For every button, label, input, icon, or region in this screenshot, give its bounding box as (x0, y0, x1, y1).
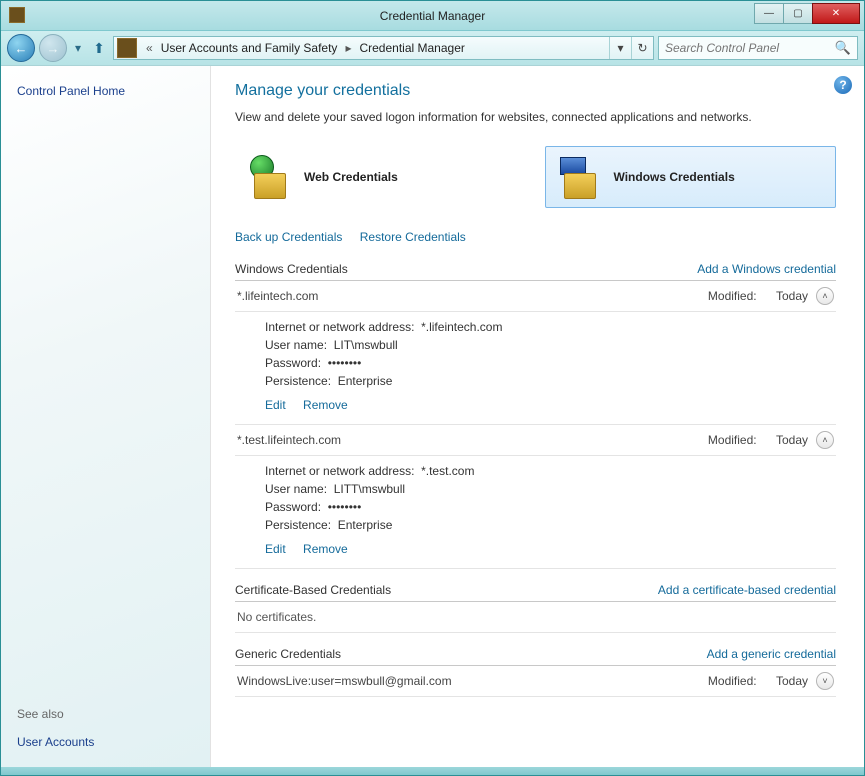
see-also-label: See also (17, 687, 194, 721)
app-icon (9, 7, 25, 23)
web-credentials-vault[interactable]: Web Credentials (235, 146, 527, 208)
search-input[interactable] (665, 41, 835, 55)
back-button[interactable]: ← (7, 34, 35, 62)
credential-row[interactable]: WindowsLive:user=mswbull@gmail.com Modif… (235, 666, 836, 697)
breadcrumb-parent[interactable]: User Accounts and Family Safety (159, 41, 340, 55)
no-certificates-message: No certificates. (235, 602, 836, 633)
credential-row[interactable]: *.lifeintech.com Modified: Today ˄ (235, 281, 836, 312)
collapse-icon[interactable]: ˄ (816, 431, 834, 449)
generic-credentials-header: Generic Credentials Add a generic creden… (235, 647, 836, 666)
window-title: Credential Manager (380, 9, 485, 23)
breadcrumb-chevrons: « (140, 41, 159, 55)
remove-credential-link[interactable]: Remove (303, 398, 348, 412)
address-right-controls: ▾ ↻ (609, 37, 653, 59)
address-dropdown[interactable]: ▾ (609, 37, 631, 59)
maximize-button[interactable]: ▢ (783, 3, 813, 24)
vault-selector: Web Credentials Windows Credentials (235, 146, 836, 208)
windows-credentials-header: Windows Credentials Add a Windows creden… (235, 262, 836, 281)
section-title: Generic Credentials (235, 647, 341, 661)
back-arrow-icon: ← (15, 41, 28, 56)
status-bar (1, 767, 864, 775)
credential-modified: Modified: Today ˅ (708, 672, 834, 690)
page-heading: Manage your credentials (235, 82, 836, 100)
refresh-button[interactable]: ↻ (631, 37, 653, 59)
credential-modified: Modified: Today ˄ (708, 287, 834, 305)
backup-restore-row: Back up Credentials Restore Credentials (235, 230, 836, 244)
credential-manager-window: Credential Manager — ▢ ✕ ← → ▾ ⬆ « User … (0, 0, 865, 776)
section-title: Windows Credentials (235, 262, 348, 276)
windows-vault-icon (558, 155, 602, 199)
page-subtitle: View and delete your saved logon informa… (235, 110, 836, 124)
certificate-credentials-header: Certificate-Based Credentials Add a cert… (235, 583, 836, 602)
up-button[interactable]: ⬆ (89, 38, 109, 58)
search-box[interactable]: 🔍 (658, 36, 858, 60)
control-panel-home-link[interactable]: Control Panel Home (17, 84, 194, 98)
credential-name: *.lifeintech.com (237, 289, 318, 303)
add-generic-credential-link[interactable]: Add a generic credential (707, 647, 836, 661)
help-icon[interactable]: ? (834, 76, 852, 94)
credential-row[interactable]: *.test.lifeintech.com Modified: Today ˄ (235, 425, 836, 456)
navigation-toolbar: ← → ▾ ⬆ « User Accounts and Family Safet… (1, 31, 864, 65)
restore-credentials-link[interactable]: Restore Credentials (360, 230, 466, 244)
minimize-button[interactable]: — (754, 3, 784, 24)
breadcrumb-current[interactable]: Credential Manager (357, 41, 466, 55)
main-panel: ? Manage your credentials View and delet… (211, 66, 864, 767)
window-controls: — ▢ ✕ (754, 3, 860, 24)
address-bar[interactable]: « User Accounts and Family Safety ▸ Cred… (113, 36, 654, 60)
credential-details: Internet or network address: *.lifeintec… (235, 312, 836, 425)
add-windows-credential-link[interactable]: Add a Windows credential (697, 262, 836, 276)
remove-credential-link[interactable]: Remove (303, 542, 348, 556)
collapse-icon[interactable]: ˄ (816, 287, 834, 305)
location-icon (117, 38, 137, 58)
backup-credentials-link[interactable]: Back up Credentials (235, 230, 342, 244)
content-area: Control Panel Home See also User Account… (1, 65, 864, 767)
windows-credentials-vault[interactable]: Windows Credentials (545, 146, 837, 208)
forward-arrow-icon: → (47, 41, 60, 56)
credential-name: WindowsLive:user=mswbull@gmail.com (237, 674, 452, 688)
sidebar: Control Panel Home See also User Account… (1, 66, 211, 767)
add-certificate-credential-link[interactable]: Add a certificate-based credential (658, 583, 836, 597)
credential-modified: Modified: Today ˄ (708, 431, 834, 449)
edit-credential-link[interactable]: Edit (265, 542, 286, 556)
close-button[interactable]: ✕ (812, 3, 860, 24)
title-bar[interactable]: Credential Manager — ▢ ✕ (1, 1, 864, 31)
search-icon[interactable]: 🔍 (835, 40, 851, 56)
breadcrumb-arrow: ▸ (339, 41, 357, 55)
section-title: Certificate-Based Credentials (235, 583, 391, 597)
expand-icon[interactable]: ˅ (816, 672, 834, 690)
credential-name: *.test.lifeintech.com (237, 433, 341, 447)
windows-vault-label: Windows Credentials (614, 170, 735, 184)
forward-button: → (39, 34, 67, 62)
history-dropdown[interactable]: ▾ (71, 38, 85, 58)
web-vault-label: Web Credentials (304, 170, 398, 184)
web-vault-icon (248, 155, 292, 199)
credential-details: Internet or network address: *.test.com … (235, 456, 836, 569)
edit-credential-link[interactable]: Edit (265, 398, 286, 412)
user-accounts-link[interactable]: User Accounts (17, 735, 194, 749)
